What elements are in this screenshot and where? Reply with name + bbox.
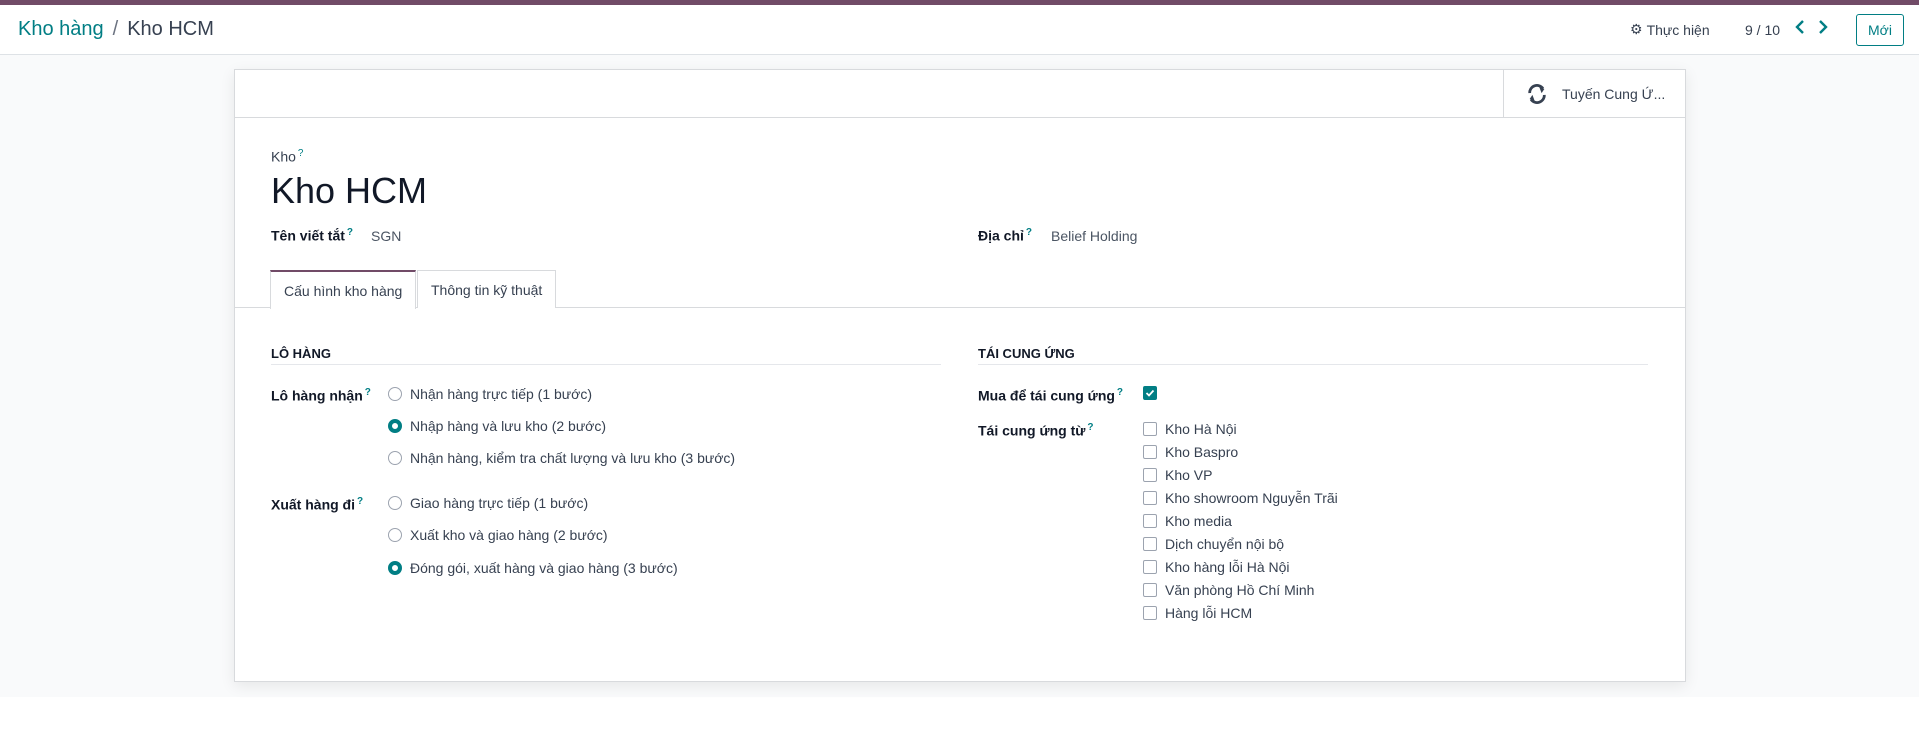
short-name-label-text: Tên viết tắt <box>271 227 345 244</box>
control-panel: Kho hàng / Kho HCM ⚙ Thực hiện 9 / 10 Mớ… <box>0 5 1919 55</box>
warehouse-label: Kho Baspro <box>1165 444 1239 460</box>
help-icon[interactable]: ? <box>1117 387 1123 398</box>
resupply-section-title: TÁI CUNG ỨNG <box>978 346 1075 361</box>
incoming-option-3[interactable]: Nhận hàng, kiểm tra chất lượng và lưu kh… <box>388 450 735 466</box>
breadcrumb-separator: / <box>112 18 119 40</box>
help-icon[interactable]: ? <box>1087 422 1093 433</box>
radio-button[interactable] <box>388 451 402 465</box>
help-icon[interactable]: ? <box>298 148 304 159</box>
resupply-from-label: Tái cung ứng từ? <box>978 422 1094 439</box>
checkbox[interactable] <box>1143 537 1157 551</box>
radio-button[interactable] <box>388 528 402 542</box>
name-label-text: Kho <box>271 148 296 165</box>
tab-warehouse-config[interactable]: Cấu hình kho hàng <box>270 270 417 309</box>
buy-to-resupply-checkbox[interactable] <box>1143 386 1165 400</box>
resupply-warehouse-item[interactable]: Kho showroom Nguyễn Trãi <box>1143 490 1338 506</box>
checkbox[interactable] <box>1143 445 1157 459</box>
section-divider <box>978 364 1648 365</box>
radio-button-selected[interactable] <box>388 561 402 575</box>
short-name-value[interactable]: SGN <box>371 228 401 244</box>
warehouse-label: Kho VP <box>1165 467 1213 483</box>
radio-button[interactable] <box>388 496 402 510</box>
address-field-label: Địa chỉ? <box>978 227 1032 244</box>
buy-to-resupply-label: Mua để tái cung ứng? <box>978 387 1123 404</box>
smart-button-box: Tuyến Cung Ứ... <box>235 70 1685 118</box>
pager-next-button[interactable] <box>1813 17 1833 37</box>
option-label: Nhập hàng và lưu kho (2 bước) <box>410 418 607 434</box>
resupply-warehouse-item[interactable]: Kho Baspro <box>1143 444 1238 460</box>
gear-icon: ⚙ <box>1630 21 1643 37</box>
warehouse-label: Kho hàng lỗi Hà Nội <box>1165 559 1290 575</box>
action-menu-label: Thực hiện <box>1646 21 1710 38</box>
short-name-field-label: Tên viết tắt? <box>271 227 353 244</box>
incoming-label-text: Lô hàng nhận <box>271 387 363 404</box>
refresh-icon <box>1528 84 1546 104</box>
form-sheet: Tuyến Cung Ứ... Kho? Kho HCM Tên viết tắ… <box>234 69 1686 682</box>
replenishment-routes-label: Tuyến Cung Ứ... <box>1562 86 1666 102</box>
outgoing-label-text: Xuất hàng đi <box>271 496 355 513</box>
action-menu-button[interactable]: ⚙ Thực hiện <box>1630 21 1710 38</box>
resupply-warehouse-item[interactable]: Kho VP <box>1143 467 1212 483</box>
outgoing-option-2[interactable]: Xuất kho và giao hàng (2 bước) <box>388 527 608 543</box>
resupply-warehouse-item[interactable]: Kho media <box>1143 513 1232 529</box>
breadcrumb-current: Kho HCM <box>127 18 214 40</box>
option-label: Giao hàng trực tiếp (1 bước) <box>410 495 589 511</box>
option-label: Nhận hàng trực tiếp (1 bước) <box>410 386 593 402</box>
outgoing-option-3[interactable]: Đóng gói, xuất hàng và giao hàng (3 bước… <box>388 560 678 576</box>
tab-technical-info[interactable]: Thông tin kỹ thuật <box>417 270 557 308</box>
checkbox[interactable] <box>1143 422 1157 436</box>
warehouse-label: Kho showroom Nguyễn Trãi <box>1165 490 1338 506</box>
warehouse-label: Hàng lỗi HCM <box>1165 605 1253 621</box>
checkbox[interactable] <box>1143 583 1157 597</box>
resupply-warehouse-item[interactable]: Hàng lỗi HCM <box>1143 605 1252 621</box>
buy-label-text: Mua để tái cung ứng <box>978 387 1115 404</box>
checkbox[interactable] <box>1143 491 1157 505</box>
checkbox[interactable] <box>1143 514 1157 528</box>
incoming-shipments-label: Lô hàng nhận? <box>271 387 371 404</box>
warehouse-name-title[interactable]: Kho HCM <box>271 170 427 212</box>
pager-value[interactable]: 9 / 10 <box>1745 22 1780 38</box>
warehouse-label: Dịch chuyển nội bộ <box>1165 536 1285 552</box>
resupply-warehouse-item[interactable]: Kho Hà Nội <box>1143 421 1237 437</box>
outgoing-option-1[interactable]: Giao hàng trực tiếp (1 bước) <box>388 495 588 511</box>
address-value[interactable]: Belief Holding <box>1051 228 1137 244</box>
warehouse-label: Văn phòng Hồ Chí Minh <box>1165 582 1315 598</box>
breadcrumb: Kho hàng / Kho HCM <box>18 18 214 41</box>
resupply-from-label-text: Tái cung ứng từ <box>978 422 1086 439</box>
radio-button[interactable] <box>388 387 402 401</box>
resupply-warehouse-item[interactable]: Kho hàng lỗi Hà Nội <box>1143 559 1290 575</box>
checkbox[interactable] <box>1143 560 1157 574</box>
checkmark-icon <box>1145 389 1155 397</box>
name-field-label: Kho? <box>271 148 303 165</box>
help-icon[interactable]: ? <box>357 496 363 507</box>
option-label: Xuất kho và giao hàng (2 bước) <box>410 527 608 543</box>
chevron-right-icon <box>1819 20 1828 34</box>
chevron-left-icon <box>1795 20 1804 34</box>
resupply-warehouse-item[interactable]: Văn phòng Hồ Chí Minh <box>1143 582 1314 598</box>
incoming-option-1[interactable]: Nhận hàng trực tiếp (1 bước) <box>388 386 592 402</box>
section-divider <box>271 364 941 365</box>
option-label: Đóng gói, xuất hàng và giao hàng (3 bước… <box>410 560 678 576</box>
resupply-warehouse-item[interactable]: Dịch chuyển nội bộ <box>1143 536 1284 552</box>
help-icon[interactable]: ? <box>347 227 353 238</box>
checkbox-checked[interactable] <box>1143 386 1157 400</box>
help-icon[interactable]: ? <box>1026 227 1032 238</box>
notebook-tabs: Cấu hình kho hàng Thông tin kỹ thuật <box>235 270 1685 309</box>
option-label: Nhận hàng, kiểm tra chất lượng và lưu kh… <box>410 450 736 466</box>
checkbox[interactable] <box>1143 606 1157 620</box>
new-record-button[interactable]: Mới <box>1856 14 1904 46</box>
help-icon[interactable]: ? <box>365 387 371 398</box>
radio-button-selected[interactable] <box>388 419 402 433</box>
checkbox[interactable] <box>1143 468 1157 482</box>
warehouse-label: Kho Hà Nội <box>1165 421 1237 437</box>
replenishment-routes-button[interactable]: Tuyến Cung Ứ... <box>1503 70 1685 118</box>
breadcrumb-parent-link[interactable]: Kho hàng <box>18 18 104 41</box>
warehouse-label: Kho media <box>1165 513 1232 529</box>
outgoing-shipments-label: Xuất hàng đi? <box>271 496 363 513</box>
address-label-text: Địa chỉ <box>978 227 1024 244</box>
incoming-option-2[interactable]: Nhập hàng và lưu kho (2 bước) <box>388 418 606 434</box>
shipments-section-title: LÔ HÀNG <box>271 346 331 361</box>
pager-previous-button[interactable] <box>1790 17 1810 37</box>
